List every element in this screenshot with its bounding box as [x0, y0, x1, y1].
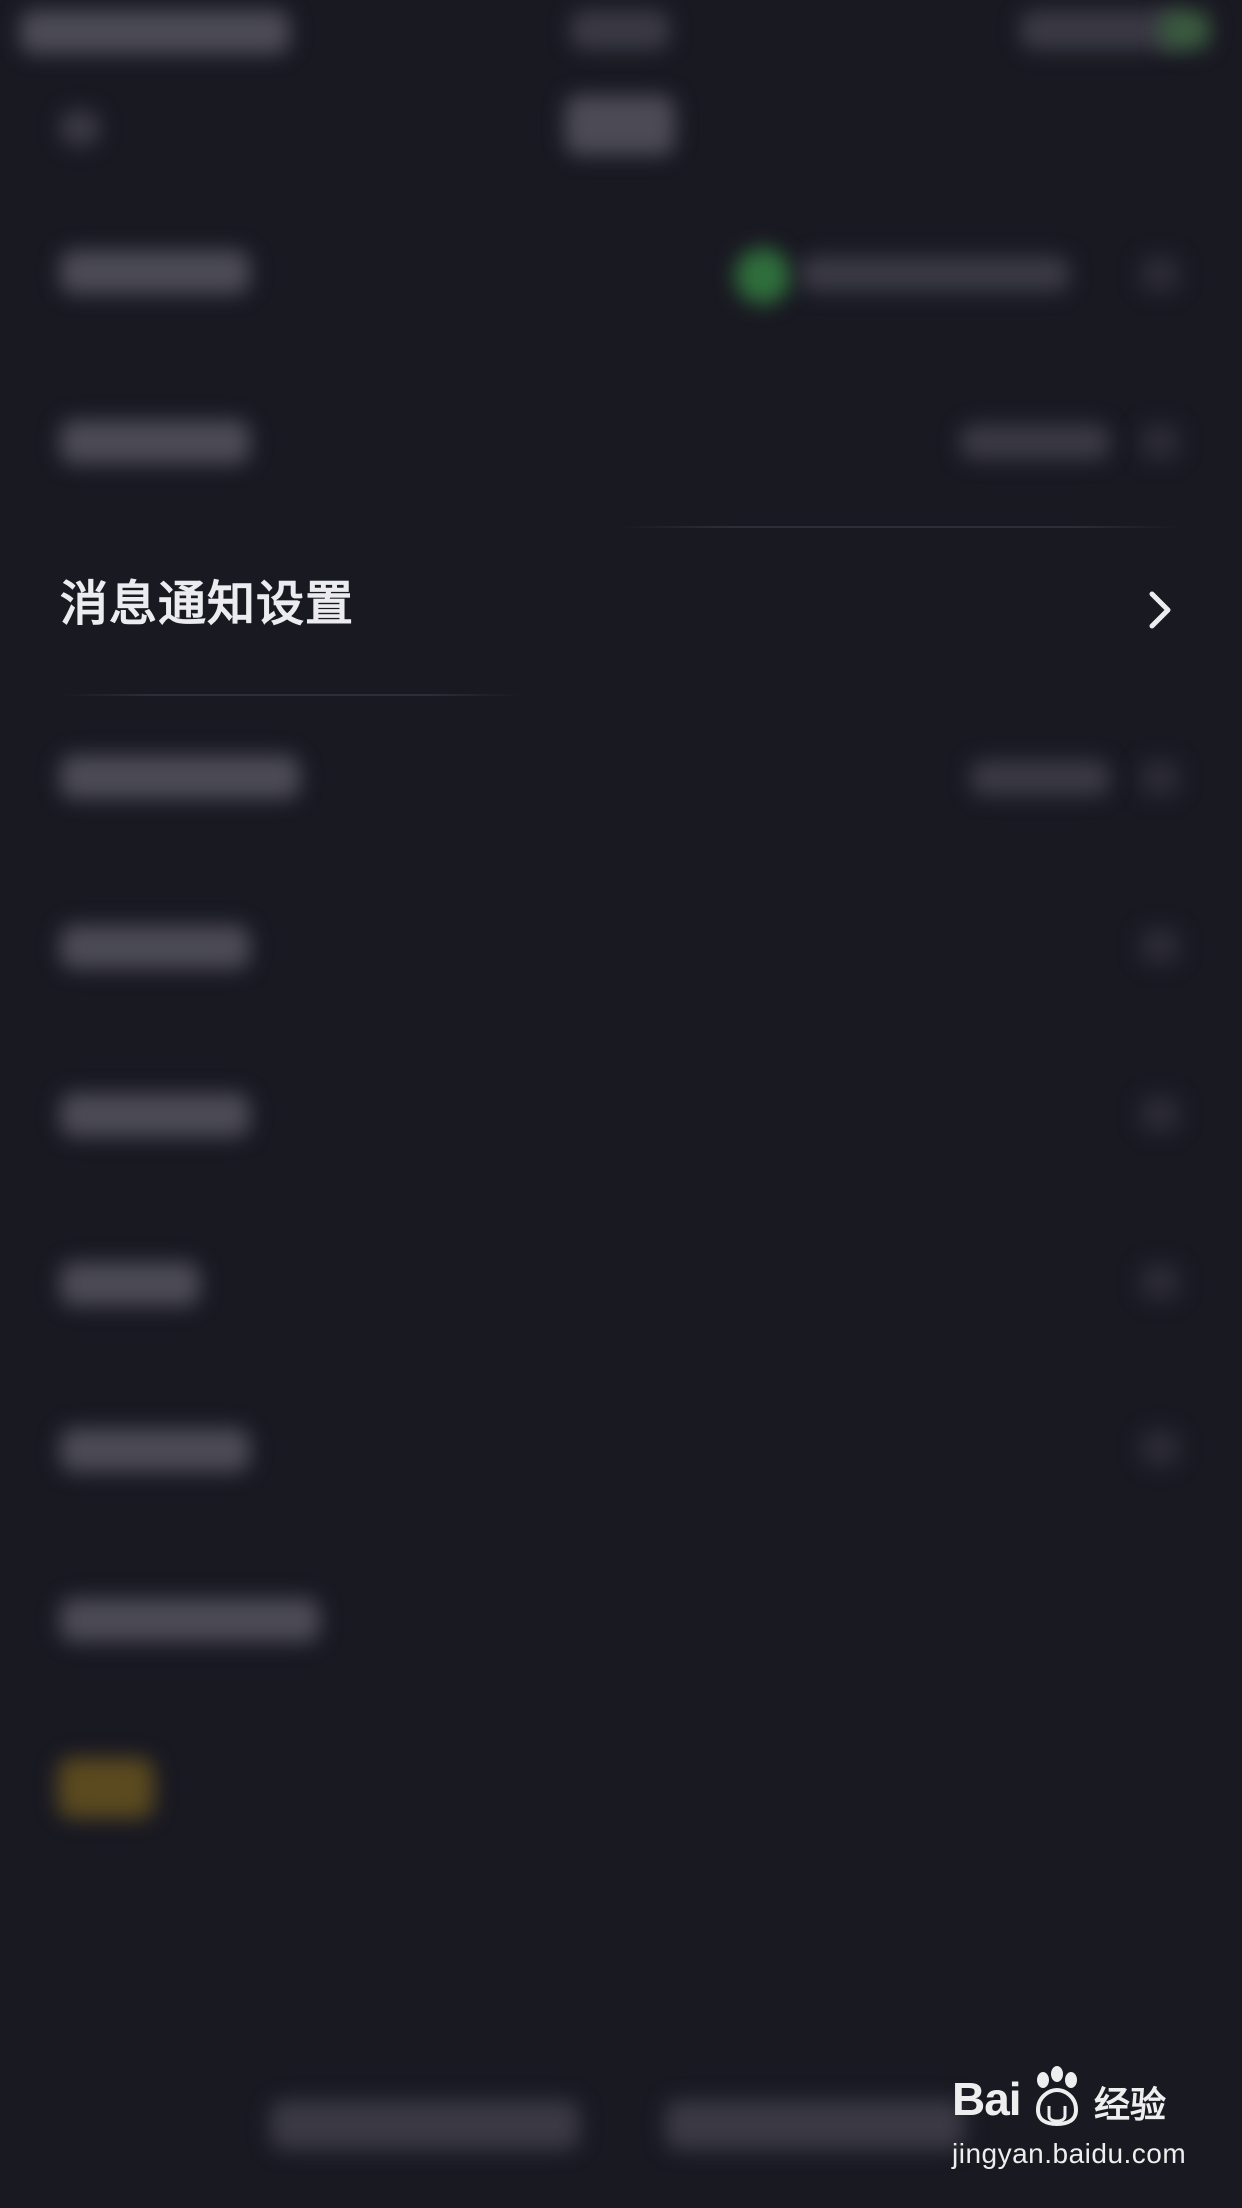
baidu-paw-icon [1035, 2066, 1079, 2126]
blurred-row-arrow-7 [1140, 1430, 1180, 1466]
blurred-row-label-1 [60, 250, 250, 294]
baidu-jingyan-watermark: Bai 经验 jingyan.baidu.com [952, 2066, 1186, 2186]
blurred-row-label-6 [60, 1262, 200, 1306]
blurred-row-label-8 [60, 1598, 320, 1642]
divider-bottom [60, 694, 520, 696]
blurred-row-label-4 [60, 925, 250, 969]
blurred-row-value-1 [800, 256, 1070, 292]
blurred-header-title [20, 10, 290, 54]
blurred-row-value-2 [960, 424, 1110, 460]
blurred-row-arrow-1 [1140, 256, 1180, 292]
blurred-header-pill [565, 95, 675, 155]
message-notification-settings-row[interactable]: 消息通知设置 [0, 540, 1242, 685]
watermark-brand-suffix: 经验 [1094, 2085, 1167, 2126]
blurred-bottom-button-left [270, 2100, 580, 2150]
blurred-row-label-3 [60, 755, 300, 799]
blurred-row-value-3 [970, 760, 1110, 796]
blurred-bottom-button-right [665, 2100, 965, 2150]
divider-top [620, 526, 1182, 528]
chevron-right-icon [1149, 591, 1171, 629]
blurred-row-label-7 [60, 1428, 250, 1472]
watermark-brand: Bai [952, 2073, 1022, 2125]
watermark-url: jingyan.baidu.com [952, 2138, 1187, 2169]
blurred-header-status-dot [1160, 10, 1210, 50]
blurred-row-arrow-5 [1140, 1096, 1180, 1132]
blurred-row-label-5 [60, 1093, 250, 1137]
blurred-back-control [60, 110, 100, 146]
blurred-header-right [1020, 10, 1180, 50]
blurred-row-label-2 [60, 420, 250, 464]
blurred-status-dot-green [735, 248, 791, 304]
blurred-row-arrow-6 [1140, 1264, 1180, 1300]
blurred-row-arrow-2 [1140, 424, 1180, 460]
blurred-row-arrow-4 [1140, 928, 1180, 964]
blurred-header-center [570, 10, 670, 50]
message-notification-settings-label: 消息通知设置 [60, 576, 355, 632]
blurred-row-arrow-3 [1140, 760, 1180, 796]
blurred-yellow-badge [58, 1758, 154, 1818]
